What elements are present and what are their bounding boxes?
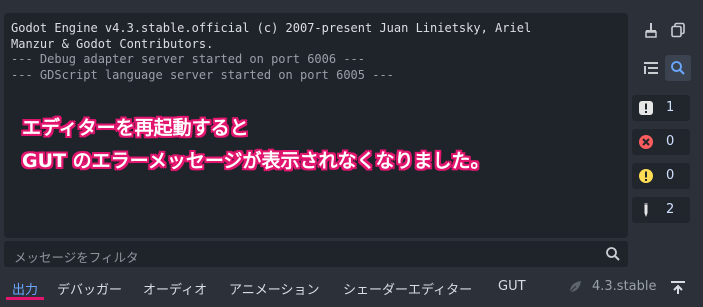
- active-tab-indicator: [6, 297, 44, 300]
- log-line: Manzur & Godot Contributors.: [11, 36, 214, 51]
- error-icon: [639, 135, 653, 149]
- warning-count: 0: [666, 168, 675, 183]
- broom-icon: [645, 23, 657, 38]
- error-filter-toggle[interactable]: 0: [632, 129, 690, 155]
- info-icon: [639, 101, 653, 115]
- version-label[interactable]: 4.3.stable: [592, 279, 657, 294]
- show-search-button[interactable]: [665, 55, 691, 81]
- log-line: --- GDScript language server started on …: [11, 67, 394, 82]
- copy-output-button[interactable]: [665, 17, 691, 43]
- expand-panel-icon[interactable]: [669, 278, 687, 296]
- warning-filter-toggle[interactable]: 0: [632, 163, 690, 189]
- filter-placeholder: メッセージをフィルタ: [14, 250, 139, 265]
- error-count: 0: [666, 134, 675, 149]
- search-icon: [671, 61, 685, 75]
- annotation-line-2: GUT のエラーメッセージが表示されなくなりました。: [22, 150, 490, 172]
- message-filter-input[interactable]: メッセージをフィルタ: [4, 241, 628, 267]
- tab-audio[interactable]: オーディオ: [143, 279, 207, 298]
- editor-count: 2: [666, 202, 675, 217]
- bottom-panel-tabs: 出力 デバッガー オーディオ アニメーション シェーダーエディター GUT 4.…: [0, 276, 703, 300]
- tab-debugger[interactable]: デバッガー: [57, 279, 122, 298]
- search-icon: [606, 247, 620, 261]
- info-count: 1: [666, 100, 675, 115]
- tab-gut[interactable]: GUT: [498, 279, 526, 294]
- clear-output-button[interactable]: [638, 17, 664, 43]
- log-line: Godot Engine v4.3.stable.official (c) 20…: [11, 21, 532, 35]
- info-filter-toggle[interactable]: 1: [632, 95, 690, 121]
- editor-filter-toggle[interactable]: 2: [632, 197, 690, 223]
- warning-icon: [639, 169, 653, 183]
- copy-icon: [671, 22, 685, 38]
- tab-animation[interactable]: アニメーション: [229, 279, 319, 298]
- annotation-line-1: エディターを再起動すると: [22, 117, 249, 139]
- version-icon: [568, 281, 581, 294]
- tab-output[interactable]: 出力: [12, 279, 38, 298]
- collapse-duplicates-button[interactable]: [638, 55, 664, 81]
- editor-icon: [644, 203, 648, 217]
- list-collapse-icon: [644, 62, 658, 74]
- log-line: --- Debug adapter server started on port…: [11, 52, 366, 66]
- output-log: Godot Engine v4.3.stable.official (c) 20…: [11, 21, 531, 83]
- tab-shader-editor[interactable]: シェーダーエディター: [343, 279, 472, 298]
